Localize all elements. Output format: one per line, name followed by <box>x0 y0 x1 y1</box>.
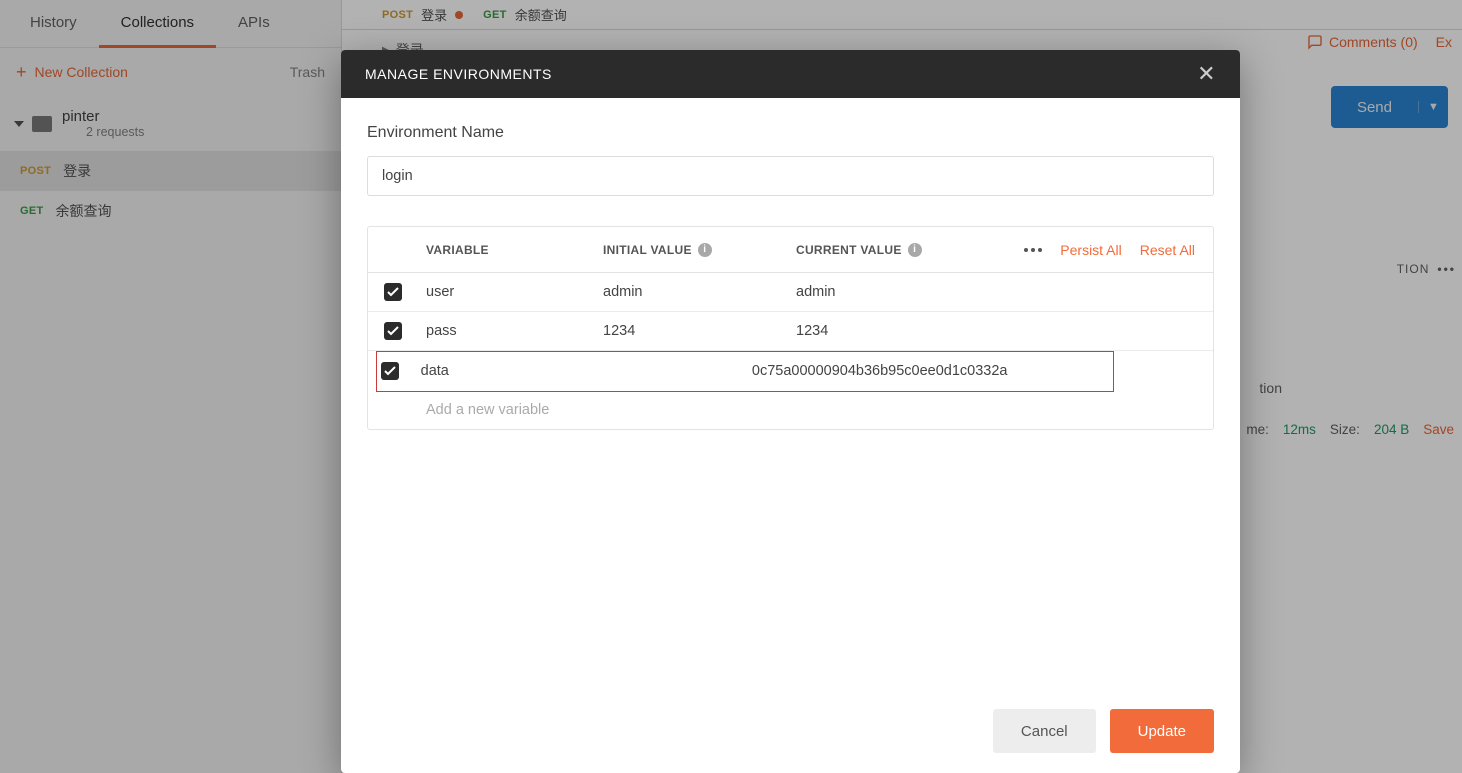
more-menu-icon[interactable]: ••• <box>1437 262 1456 276</box>
size-value: 204 B <box>1374 422 1409 437</box>
modal-footer: Cancel Update <box>341 689 1240 773</box>
col-initial-value: INITIAL VALUE i <box>603 243 788 257</box>
request-name: 登录 <box>63 161 91 181</box>
variable-name-cell[interactable]: user <box>418 284 603 300</box>
current-value-cell[interactable]: admin <box>788 284 985 300</box>
send-label: Send <box>1331 99 1418 116</box>
new-collection-label: New Collection <box>35 64 128 80</box>
manage-environments-modal: MANAGE ENVIRONMENTS ✕ Environment Name V… <box>341 50 1240 773</box>
comments-label: Comments (0) <box>1329 34 1418 50</box>
size-label: Size: <box>1330 422 1360 437</box>
variable-name-cell[interactable]: pass <box>418 323 603 339</box>
description-placeholder: tion <box>1259 380 1282 396</box>
request-tab[interactable]: GET 余额查询 <box>483 5 567 24</box>
checkbox[interactable] <box>384 322 402 340</box>
current-value-cell[interactable]: 1234 <box>788 323 985 339</box>
current-value-cell[interactable]: 0c75a00000904b36b95c0ee0d1c0332a <box>744 363 1008 379</box>
variable-row[interactable]: data 0c75a00000904b36b95c0ee0d1c0332a <box>368 351 1213 390</box>
send-dropdown-caret-icon[interactable]: ▼ <box>1418 101 1448 113</box>
collection-name: pinter <box>62 108 144 125</box>
add-variable-placeholder: Add a new variable <box>418 402 603 418</box>
reset-all-link[interactable]: Reset All <box>1140 242 1195 258</box>
initial-value-cell[interactable]: 1234 <box>603 323 788 339</box>
sidebar: History Collections APIs + New Collectio… <box>0 0 342 773</box>
verb-badge: POST <box>20 165 51 177</box>
update-button[interactable]: Update <box>1110 709 1214 753</box>
request-name: 余额查询 <box>56 201 112 221</box>
column-header-description: TION <box>1397 262 1430 276</box>
caret-down-icon <box>14 121 24 127</box>
time-value: 12ms <box>1283 422 1316 437</box>
trash-link[interactable]: Trash <box>290 64 325 80</box>
folder-icon <box>32 116 52 132</box>
more-menu-icon[interactable] <box>1024 248 1042 252</box>
persist-all-link[interactable]: Persist All <box>1060 242 1121 258</box>
new-collection-button[interactable]: + New Collection <box>16 63 128 81</box>
modal-header: MANAGE ENVIRONMENTS ✕ <box>341 50 1240 98</box>
unsaved-dot-icon <box>455 11 463 19</box>
add-variable-row[interactable]: Add a new variable <box>368 390 1213 429</box>
environment-name-label: Environment Name <box>367 124 1214 142</box>
checkbox[interactable] <box>384 283 402 301</box>
col-current-value: CURRENT VALUE i <box>788 243 985 257</box>
environment-name-input[interactable] <box>367 156 1214 196</box>
request-item[interactable]: POST 登录 <box>0 151 341 191</box>
cancel-button[interactable]: Cancel <box>993 709 1096 753</box>
table-header-row: VARIABLE INITIAL VALUE i CURRENT VALUE i… <box>368 227 1213 273</box>
variable-name-cell[interactable]: data <box>413 363 579 379</box>
verb-badge: GET <box>20 205 44 217</box>
tab-label: 余额查询 <box>515 5 567 24</box>
info-icon[interactable]: i <box>908 243 922 257</box>
checkbox[interactable] <box>381 362 399 380</box>
examples-link[interactable]: Ex <box>1436 34 1452 50</box>
collection-count: 2 requests <box>86 125 144 139</box>
comment-icon <box>1307 34 1323 50</box>
plus-icon: + <box>16 63 27 81</box>
time-label: me: <box>1246 422 1269 437</box>
tab-history[interactable]: History <box>8 0 99 48</box>
variable-row[interactable]: useradminadmin <box>368 273 1213 312</box>
sidebar-tabs: History Collections APIs <box>0 0 341 48</box>
request-tab-bar: POST 登录 GET 余额查询 <box>342 0 1462 30</box>
modal-title: MANAGE ENVIRONMENTS <box>365 66 552 82</box>
comments-button[interactable]: Comments (0) <box>1307 34 1418 50</box>
response-metrics: me: 12ms Size: 204 B Save <box>1246 422 1454 437</box>
tab-collections[interactable]: Collections <box>99 0 216 48</box>
send-button[interactable]: Send ▼ <box>1331 86 1448 128</box>
verb-badge: GET <box>483 9 507 21</box>
request-item[interactable]: GET 余额查询 <box>0 191 341 231</box>
collection-header[interactable]: pinter 2 requests <box>12 102 329 145</box>
col-variable: VARIABLE <box>418 243 603 257</box>
tab-label: 登录 <box>421 5 447 24</box>
close-icon[interactable]: ✕ <box>1197 61 1216 87</box>
variable-row[interactable]: pass12341234 <box>368 312 1213 351</box>
initial-value-cell[interactable]: admin <box>603 284 788 300</box>
verb-badge: POST <box>382 9 413 21</box>
variables-table: VARIABLE INITIAL VALUE i CURRENT VALUE i… <box>367 226 1214 430</box>
request-tab[interactable]: POST 登录 <box>382 5 463 24</box>
info-icon[interactable]: i <box>698 243 712 257</box>
save-response-link[interactable]: Save <box>1423 422 1454 437</box>
tab-apis[interactable]: APIs <box>216 0 292 48</box>
